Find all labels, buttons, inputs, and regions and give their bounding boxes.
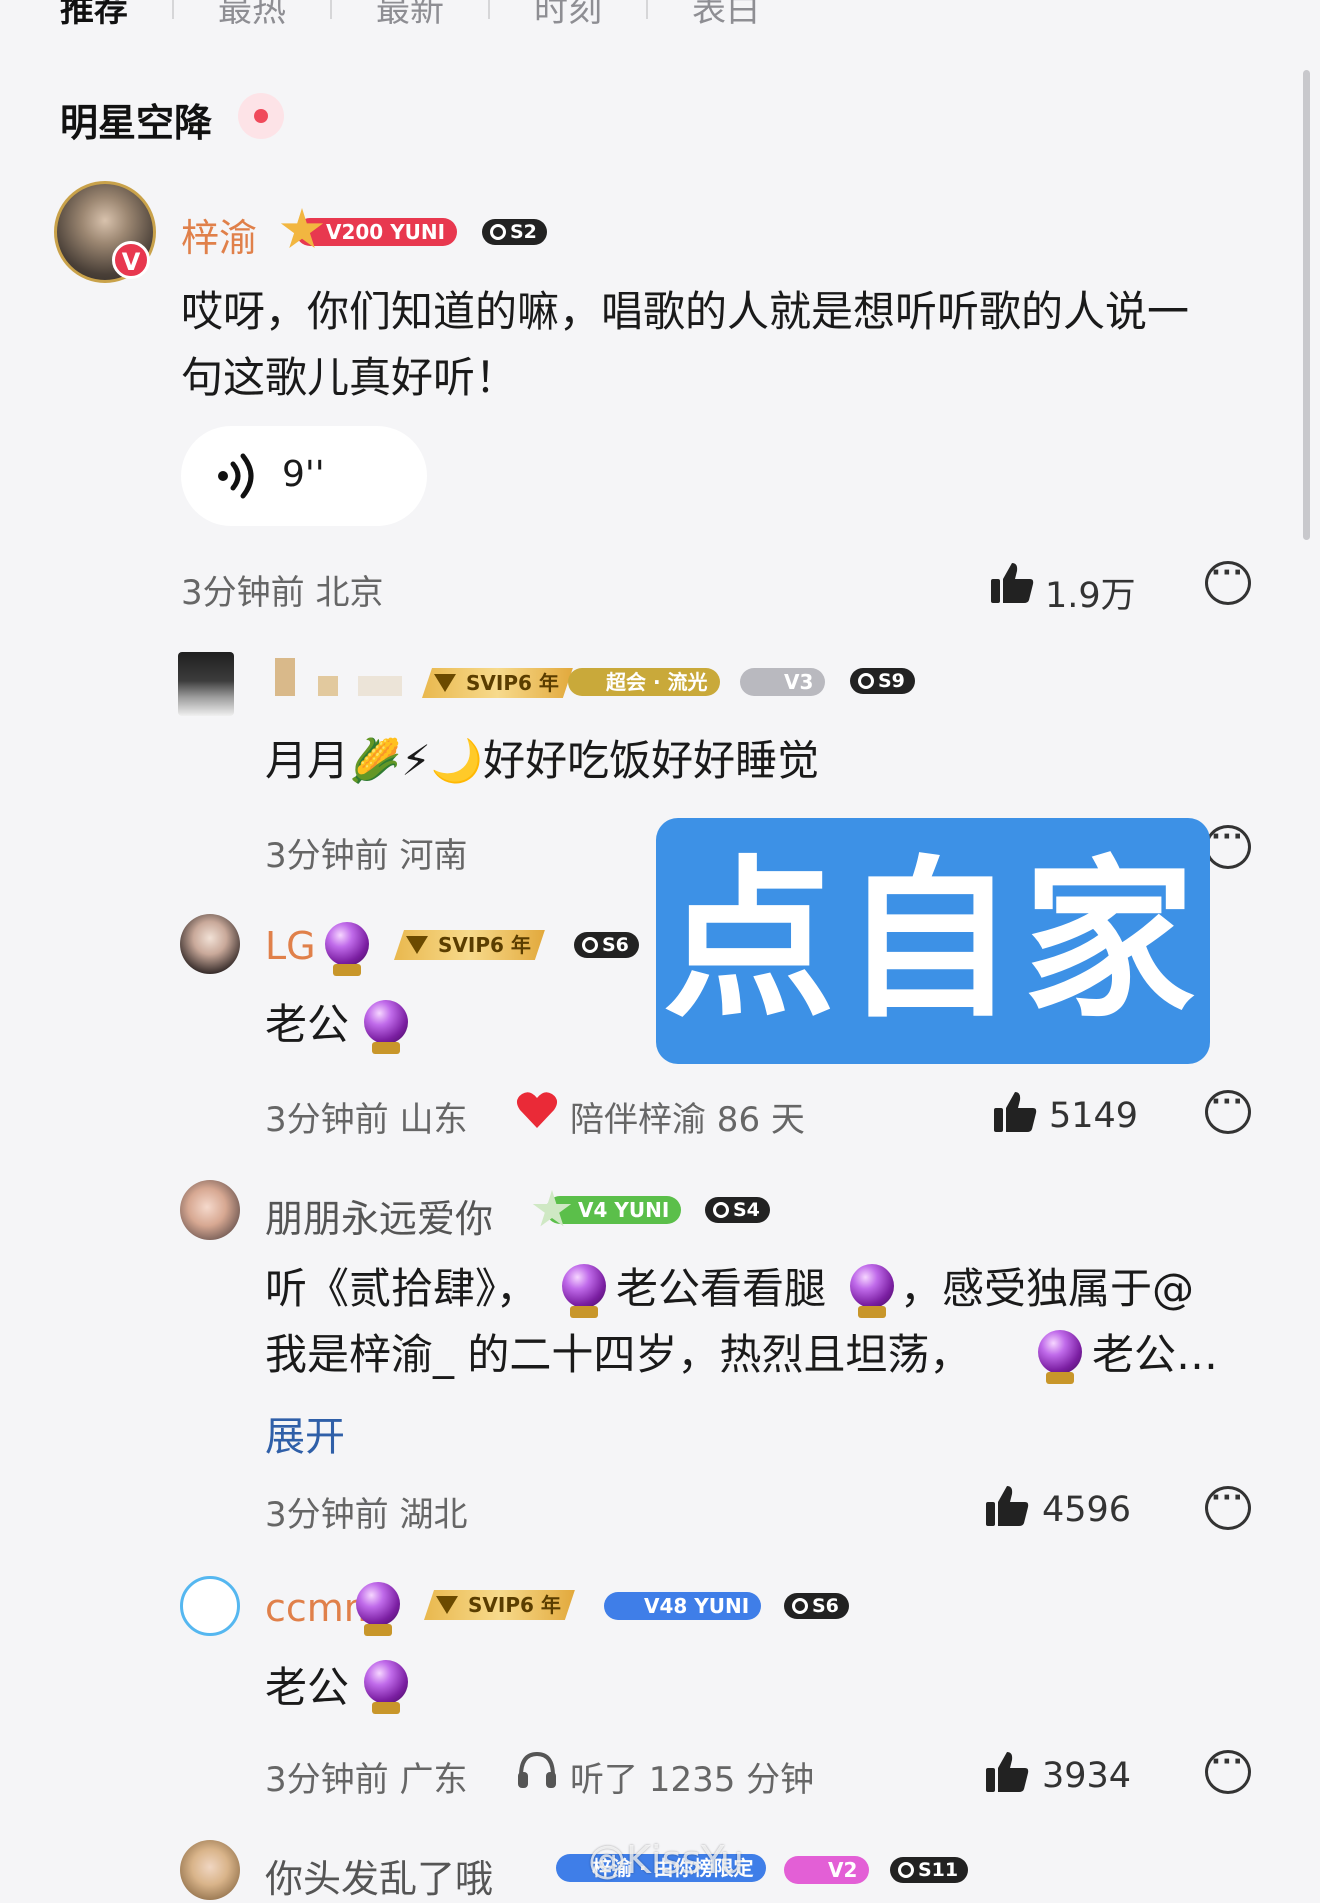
comment-meta: 3分钟前 山东 — [265, 1100, 468, 1140]
redacted-username-icon — [358, 676, 402, 696]
crystal-ball-icon — [562, 1264, 606, 1318]
avatar[interactable] — [178, 652, 234, 716]
comment-meta: 3分钟前 北京 — [181, 573, 384, 613]
avatar[interactable] — [180, 1180, 240, 1240]
listened-minutes: 听了 1235 分钟 — [570, 1760, 815, 1800]
reply-icon[interactable] — [1205, 558, 1251, 605]
fan-level-badge[interactable]: V200 YUNI — [296, 218, 458, 246]
crystal-ball-icon — [1038, 1330, 1082, 1384]
voice-message-player[interactable]: 9'' — [181, 426, 427, 526]
live-indicator-icon — [238, 93, 284, 139]
heart-icon — [516, 1092, 558, 1128]
tab-divider — [646, 0, 648, 19]
crystal-ball-icon — [356, 1582, 400, 1636]
username[interactable]: 梓渝 — [181, 207, 257, 262]
crystal-ball-icon — [364, 1660, 408, 1714]
club-badge[interactable]: 超会 · 流光 — [568, 668, 720, 696]
thumbs-up-icon[interactable] — [985, 1484, 1029, 1528]
avatar[interactable] — [180, 1576, 240, 1636]
scrollbar[interactable] — [1303, 70, 1310, 540]
vip-badge[interactable]: V3 — [740, 668, 826, 696]
thumbs-up-icon[interactable] — [993, 1090, 1037, 1134]
reply-icon[interactable] — [1205, 1483, 1251, 1530]
tab-divider — [330, 0, 332, 19]
redacted-username-icon — [275, 658, 295, 696]
tab-hottest[interactable]: 最热 — [218, 0, 286, 31]
svip-badge[interactable]: SVIP6 年 — [394, 930, 545, 960]
overlay-banner: 点自家 — [656, 818, 1210, 1064]
reply-icon[interactable] — [1205, 822, 1251, 869]
like-count: 4596 — [1042, 1490, 1132, 1530]
username[interactable]: LG — [265, 924, 316, 968]
svip-badge[interactable]: SVIP6 年 — [424, 1590, 575, 1620]
comment-meta: 3分钟前 广东 — [265, 1760, 468, 1800]
comment-meta: 3分钟前 河南 — [265, 836, 468, 876]
redacted-username-icon — [318, 676, 338, 696]
tab-moments[interactable]: 时刻 — [534, 0, 602, 31]
headphones-icon — [518, 1751, 556, 1788]
like-count: 3934 — [1042, 1756, 1132, 1796]
section-title: 明星空降 — [60, 101, 213, 145]
season-badge: S11 — [890, 1857, 969, 1883]
tab-confession[interactable]: 表白 — [692, 0, 760, 31]
tab-divider — [172, 0, 174, 19]
season-badge: S9 — [850, 668, 915, 694]
crystal-ball-icon — [325, 922, 369, 976]
thumbs-up-icon[interactable] — [985, 1750, 1029, 1794]
comment-text: 老公 — [265, 1663, 350, 1712]
season-badge: S6 — [574, 932, 639, 958]
username[interactable]: 你头发乱了哦 — [265, 1848, 493, 1903]
crystal-ball-icon — [364, 1000, 408, 1054]
svip-badge[interactable]: SVIP6 年 — [422, 668, 573, 698]
tab-newest[interactable]: 最新 — [376, 0, 444, 31]
season-badge: S6 — [784, 1593, 849, 1619]
avatar[interactable] — [180, 914, 240, 974]
expand-link[interactable]: 展开 — [265, 1404, 345, 1462]
voice-duration: 9'' — [282, 454, 325, 495]
verified-icon: V — [112, 241, 150, 279]
season-badge: S2 — [482, 219, 547, 245]
tab-recommended[interactable]: 推荐 — [60, 0, 128, 31]
season-badge: S4 — [705, 1197, 770, 1223]
comment-meta: 3分钟前 湖北 — [265, 1495, 468, 1535]
avatar[interactable] — [180, 1840, 240, 1900]
vip-badge[interactable]: V2 — [784, 1856, 870, 1884]
reply-icon[interactable] — [1205, 1087, 1251, 1134]
comment-text: 句这歌儿真好听！ — [181, 353, 518, 402]
crystal-ball-icon — [850, 1264, 894, 1318]
comment-text: 老公看看腿 — [616, 1264, 827, 1313]
comment-text: 听《贰拾肆》， — [265, 1264, 539, 1313]
comment-text: 月月🌽⚡🌙好好吃饭好好睡觉 — [265, 736, 820, 785]
like-count: 5149 — [1049, 1096, 1139, 1136]
voice-wave-icon — [218, 453, 254, 499]
comment-text: ，感受独属于@ — [900, 1264, 1195, 1313]
comment-text: 我是梓渝_ 的二十四岁，热烈且坦荡， — [265, 1330, 972, 1379]
comment-text: 哎呀，你们知道的嘛，唱歌的人就是想听听歌的人说一 — [181, 287, 1190, 336]
reply-icon[interactable] — [1205, 1747, 1251, 1794]
fan-level-badge[interactable]: V4 YUNI — [546, 1196, 682, 1224]
tab-divider — [488, 0, 490, 19]
comment-text: 老公 — [265, 1000, 350, 1049]
thumbs-up-icon[interactable] — [990, 561, 1034, 605]
companion-days: 陪伴梓渝 86 天 — [570, 1100, 805, 1140]
fan-level-badge[interactable]: V48 YUNI — [604, 1592, 762, 1620]
watermark: @KissYu — [588, 1838, 745, 1882]
top-tab-bar: 推荐 最热 最新 时刻 表白 — [60, 0, 804, 30]
like-count: 1.9万 — [1045, 576, 1136, 616]
comment-text: 老公… — [1092, 1330, 1219, 1379]
username[interactable]: 朋朋永远爱你 — [265, 1188, 493, 1243]
